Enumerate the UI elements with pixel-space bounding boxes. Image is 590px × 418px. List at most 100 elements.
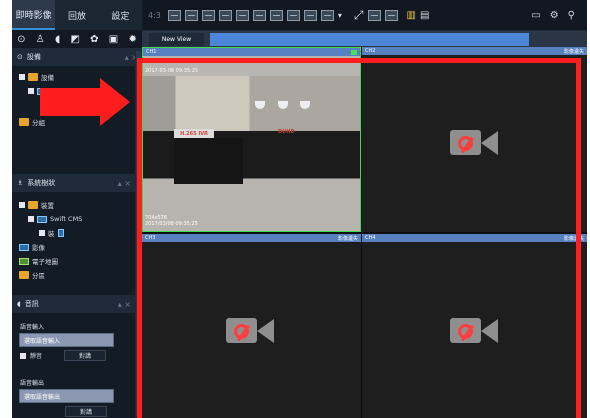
camera-icon[interactable]: ⊙ xyxy=(17,34,25,45)
video-cell-4[interactable]: CH4 影像遺失 xyxy=(362,234,587,418)
video-wall-area xyxy=(143,76,360,131)
preset-icon[interactable] xyxy=(384,9,398,21)
layout-13-icon[interactable] xyxy=(269,9,283,21)
display-icon[interactable]: ▣ xyxy=(109,34,118,45)
settings-icon[interactable]: ✿ xyxy=(90,34,98,45)
audio-input-select[interactable]: 選取語音輸入 xyxy=(19,333,114,347)
audio-icon[interactable]: ◖ xyxy=(55,34,60,45)
panel-close-icon[interactable]: ▴ × xyxy=(118,179,131,188)
tree-item-label: 裝 xyxy=(48,230,55,238)
audio-panel: ◖ 音訊 ▴ × 語音輸入 選取語音輸入 靜音 對講 語音輸出 選取語音輸出 對… xyxy=(12,295,135,418)
video-loss-camera-icon xyxy=(226,317,274,345)
folder-icon xyxy=(19,118,29,126)
aspect-ratio-label[interactable]: 4:3 xyxy=(148,11,161,20)
snapshot-icon[interactable]: ◩ xyxy=(70,34,79,45)
folder-icon xyxy=(28,201,38,209)
tab-live-view[interactable]: 即時影像 xyxy=(12,0,56,30)
tab-settings[interactable]: 設定 xyxy=(99,0,142,30)
layout-36-icon[interactable] xyxy=(303,9,317,21)
video-cell-2[interactable]: CH2 影像遺失 xyxy=(362,47,587,232)
tree-item-device-node[interactable]: 裝 xyxy=(19,226,128,240)
video-timestamp: 2017-03-08 09:35:25 xyxy=(145,68,199,74)
layout-16-icon[interactable] xyxy=(286,9,300,21)
mute-checkbox[interactable] xyxy=(20,352,26,359)
video-loss-label: 影像遺失 xyxy=(563,235,584,242)
tab-playback[interactable]: 回放 xyxy=(55,0,98,30)
panel-close-icon[interactable]: ▴ × xyxy=(118,300,131,309)
cell-label: CH4 xyxy=(365,235,376,241)
tree-item-video[interactable]: 影像 xyxy=(19,240,128,254)
status-icon[interactable]: ▥ xyxy=(407,10,416,21)
layout-8-icon[interactable] xyxy=(218,9,232,21)
cell-header-3: CH3 影像遺失 xyxy=(142,234,361,242)
brand-logo: DUHD xyxy=(278,129,295,135)
video-info: 704x576 2017/03/08 09:35:25 xyxy=(145,215,198,227)
video-cell-1[interactable]: CH1 H.265 IVR DUHD 2017-03-08 09:35:25 7… xyxy=(142,47,361,232)
video-cell-3[interactable]: CH3 影像遺失 xyxy=(142,234,361,418)
device-panel-label: 設備 xyxy=(26,53,41,61)
cell-header-1: CH1 xyxy=(143,48,360,56)
video-loss-camera-icon xyxy=(450,129,498,157)
application-window: 即時影像 回放 設定 ⊙ ♙ ◖ ◩ ✿ ▣ ✹ ⊙ 設備 ▴ × 設備 分組 … xyxy=(12,0,587,418)
recording-indicator xyxy=(351,49,357,55)
expand-icon xyxy=(28,216,34,222)
group-panel-label: 系統樹狀 xyxy=(27,179,56,187)
search-icon[interactable]: ⚲ xyxy=(568,10,575,21)
left-sidebar: 即時影像 回放 設定 ⊙ ♙ ◖ ◩ ✿ ▣ ✹ ⊙ 設備 ▴ × 設備 分組 … xyxy=(12,0,142,418)
video-grid: CH1 H.265 IVR DUHD 2017-03-08 09:35:25 7… xyxy=(142,47,587,418)
output-talk-button[interactable]: 對講 xyxy=(65,406,107,417)
video-icon xyxy=(19,243,29,251)
sidebar-scrollbar[interactable] xyxy=(135,51,142,418)
system-tree: 裝置 Swift CMS 裝 影像 電子地圖 分區 xyxy=(12,194,135,286)
cell-header-2: CH2 影像遺失 xyxy=(362,47,587,55)
brightness-icon[interactable]: ✹ xyxy=(128,34,136,45)
layout-64-icon[interactable] xyxy=(320,9,334,21)
view-tabs: New View xyxy=(142,31,587,47)
map-icon xyxy=(19,257,29,265)
tree-item-swift-cms[interactable]: Swift CMS xyxy=(19,212,128,226)
mute-label: 靜音 xyxy=(30,353,43,360)
tab-new-view[interactable]: New View xyxy=(149,33,204,46)
fullscreen-icon[interactable]: ⤢ xyxy=(354,8,364,23)
audio-input-label: 語音輸入 xyxy=(20,324,45,331)
toolbar-right-icons: ▭ ⚙ ⚲ xyxy=(531,10,587,21)
group-panel-title: ♗ 系統樹狀 ▴ × xyxy=(12,174,135,192)
tree-item-area[interactable]: 分區 xyxy=(19,268,128,282)
layout-10-icon[interactable] xyxy=(252,9,266,21)
network-icon: ♗ xyxy=(17,179,24,187)
gear-icon[interactable]: ⚙ xyxy=(550,10,559,21)
cell-label: CH1 xyxy=(146,49,157,55)
chevron-down-icon[interactable]: ▾ xyxy=(338,11,342,20)
audio-output-controls: 對講 xyxy=(12,403,135,418)
tree-item-map[interactable]: 電子地圖 xyxy=(19,254,128,268)
video-loss-label: 影像遺失 xyxy=(563,48,584,55)
expand-icon xyxy=(39,230,45,236)
main-tabs: 即時影像 回放 設定 xyxy=(12,0,142,30)
device-panel-icon: ⊙ xyxy=(17,53,23,61)
audio-panel-label: 音訊 xyxy=(24,300,39,308)
sequence-icon[interactable] xyxy=(367,9,381,21)
video-loss-label: 影像遺失 xyxy=(337,235,358,242)
layout-1-icon[interactable] xyxy=(167,9,181,21)
expand-icon xyxy=(19,74,25,80)
tree-item-label: 電子地圖 xyxy=(32,258,58,266)
tree-item-label: 分區 xyxy=(32,272,45,280)
folder-icon xyxy=(28,73,38,81)
talk-button[interactable]: 對講 xyxy=(64,350,107,361)
speaker-icon: ◖ xyxy=(17,300,21,308)
layout-4-icon[interactable] xyxy=(184,9,198,21)
layout-9-icon[interactable] xyxy=(235,9,249,21)
window-icon[interactable]: ▭ xyxy=(531,10,540,21)
expand-icon xyxy=(19,202,25,208)
layout-6-icon[interactable] xyxy=(201,9,215,21)
user-icon[interactable]: ♙ xyxy=(36,34,45,45)
tree-item-root[interactable]: 裝置 xyxy=(19,198,128,212)
expand-icon xyxy=(28,88,34,94)
server-icon xyxy=(37,215,47,223)
audio-output-select[interactable]: 選取語音輸出 xyxy=(19,389,114,403)
red-arrow-icon xyxy=(40,78,130,126)
export-icon[interactable]: ▤ xyxy=(420,10,429,21)
cell-label: CH2 xyxy=(365,48,376,54)
audio-panel-title: ◖ 音訊 ▴ × xyxy=(12,295,135,313)
tree-item-label: 裝置 xyxy=(41,202,54,210)
